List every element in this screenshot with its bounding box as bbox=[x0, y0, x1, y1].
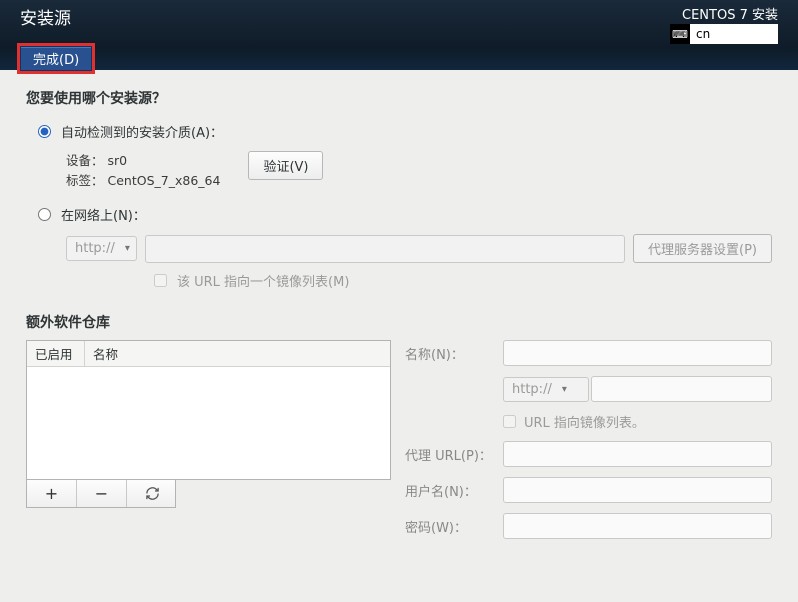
mirror-label: 该 URL 指向一个镜像列表(M) bbox=[177, 271, 349, 290]
radio-auto-detect[interactable]: 自动检测到的安装介质(A)： bbox=[38, 122, 772, 141]
done-button[interactable]: 完成(D) bbox=[20, 46, 92, 71]
network-source-row: http:// ▾ 代理服务器设置(P) bbox=[66, 234, 772, 263]
source-question: 您要使用哪个安装源？ bbox=[26, 88, 772, 108]
repo-toolbar: + − bbox=[26, 480, 176, 508]
keyboard-layout-label: cn bbox=[696, 27, 710, 41]
repo-form: 名称(N)： http:// ▾ URL 指向镜像列表。 代理 URL(P)： … bbox=[405, 340, 772, 539]
col-enabled[interactable]: 已启用 bbox=[27, 341, 85, 366]
keyboard-icon: ⌨ bbox=[670, 24, 690, 44]
additional-repos-title: 额外软件仓库 bbox=[26, 312, 772, 332]
proxy-settings-button[interactable]: 代理服务器设置(P) bbox=[633, 234, 772, 263]
radio-network-label: 在网络上(N)： bbox=[61, 205, 146, 224]
url-input[interactable] bbox=[145, 235, 625, 263]
repo-list-wrap: 已启用 名称 + − bbox=[26, 340, 391, 508]
repo-user-input[interactable] bbox=[503, 477, 772, 503]
repo-user-label: 用户名(N)： bbox=[405, 481, 503, 500]
add-repo-button[interactable]: + bbox=[27, 480, 77, 507]
repo-proxy-label: 代理 URL(P)： bbox=[405, 445, 503, 464]
protocol-value: http:// bbox=[75, 241, 115, 256]
repo-pass-input[interactable] bbox=[503, 513, 772, 539]
radio-network[interactable]: 在网络上(N)： bbox=[38, 205, 772, 224]
mirror-checkbox-row: 该 URL 指向一个镜像列表(M) bbox=[154, 271, 772, 290]
repo-protocol-select[interactable]: http:// ▾ bbox=[503, 377, 589, 402]
mirror-checkbox[interactable] bbox=[154, 274, 167, 287]
device-label: 设备： bbox=[66, 153, 104, 168]
content: 您要使用哪个安装源？ 自动检测到的安装介质(A)： 设备： sr0 标签： Ce… bbox=[0, 70, 798, 539]
repo-list-header: 已启用 名称 bbox=[27, 341, 390, 367]
installer-title: CENTOS 7 安装 bbox=[682, 4, 778, 23]
verify-button[interactable]: 验证(V) bbox=[248, 151, 323, 180]
radio-auto-detect-label: 自动检测到的安装介质(A)： bbox=[61, 122, 223, 141]
col-name[interactable]: 名称 bbox=[85, 341, 126, 366]
repo-name-label: 名称(N)： bbox=[405, 344, 503, 363]
device-value: sr0 bbox=[108, 153, 128, 168]
chevron-down-icon: ▾ bbox=[125, 243, 130, 254]
repo-list[interactable]: 已启用 名称 bbox=[26, 340, 391, 480]
keyboard-indicator[interactable]: ⌨ cn bbox=[670, 24, 778, 44]
protocol-select[interactable]: http:// ▾ bbox=[66, 236, 137, 261]
repo-name-input[interactable] bbox=[503, 340, 772, 366]
repo-proxy-input[interactable] bbox=[503, 441, 772, 467]
chevron-down-icon: ▾ bbox=[562, 384, 567, 395]
page-title: 安装源 bbox=[20, 4, 71, 29]
repo-mirror-label: URL 指向镜像列表。 bbox=[524, 412, 645, 431]
detected-media-block: 设备： sr0 标签： CentOS_7_x86_64 验证(V) bbox=[66, 151, 772, 191]
remove-repo-button[interactable]: − bbox=[77, 480, 127, 507]
tag-label: 标签： bbox=[66, 173, 104, 188]
detected-media-text: 设备： sr0 标签： CentOS_7_x86_64 bbox=[66, 151, 220, 191]
refresh-repo-button[interactable] bbox=[127, 480, 177, 507]
top-bar: 安装源 CENTOS 7 安装 ⌨ cn bbox=[0, 0, 798, 48]
done-row: 完成(D) bbox=[0, 48, 798, 70]
tag-value: CentOS_7_x86_64 bbox=[108, 173, 221, 188]
repo-protocol-value: http:// bbox=[512, 382, 552, 397]
radio-auto-detect-input[interactable] bbox=[38, 125, 51, 138]
repo-pass-label: 密码(W)： bbox=[405, 517, 503, 536]
radio-network-input[interactable] bbox=[38, 208, 51, 221]
repo-area: 已启用 名称 + − 名称(N)： ht bbox=[26, 340, 772, 539]
refresh-icon bbox=[145, 486, 160, 501]
repo-url-input[interactable] bbox=[591, 376, 772, 402]
repo-mirror-checkbox[interactable] bbox=[503, 415, 516, 428]
